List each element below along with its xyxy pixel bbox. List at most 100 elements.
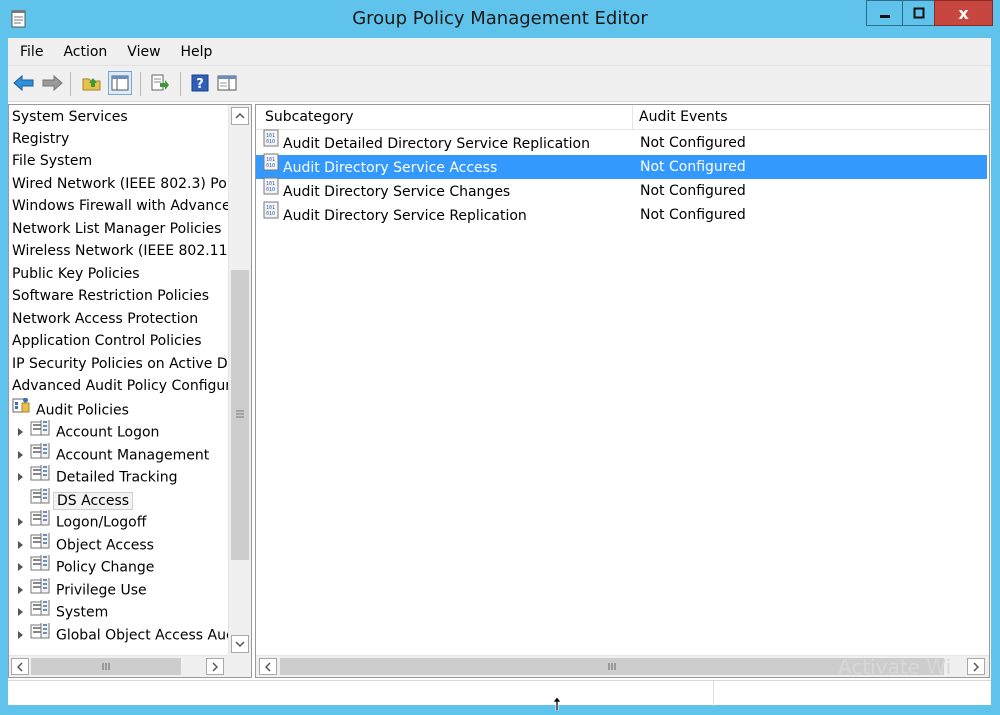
menu-action[interactable]: Action	[53, 38, 117, 66]
tree-pane[interactable]: System Services Registry File System Wir…	[8, 104, 252, 678]
details-pane[interactable]: Subcategory Audit Events 101 010 Audit Det…	[255, 104, 990, 678]
toolbar-separator	[140, 72, 141, 96]
tree-item-label: Public Key Policies	[12, 266, 140, 282]
tree-item-ds-access[interactable]: DS Access	[9, 488, 228, 510]
scroll-left-button[interactable]	[259, 658, 277, 675]
show-hide-tree-button[interactable]	[108, 71, 132, 95]
scroll-left-button[interactable]	[11, 658, 29, 675]
tree-item-wireless-network[interactable]: Wireless Network (IEEE 802.11) Po	[9, 240, 228, 262]
tree-item-label: Object Access	[56, 537, 154, 554]
help-icon: ?	[191, 74, 209, 92]
tree-item-network-access-protection[interactable]: Network Access Protection	[9, 308, 228, 330]
title-bar[interactable]: Group Policy Management Editor x	[0, 0, 1000, 38]
back-arrow-icon	[13, 74, 34, 92]
properties-pane-icon	[217, 75, 237, 91]
tree-item-account-management[interactable]: Account Management	[9, 443, 228, 465]
window-title: Group Policy Management Editor	[352, 8, 648, 29]
subcategory-label: Audit Detailed Directory Service Replica…	[283, 136, 590, 152]
minimize-icon	[879, 15, 890, 18]
tree-item-audit-policies[interactable]: Audit Policies	[9, 398, 228, 420]
svg-text:010: 010	[266, 187, 275, 193]
tree-item-advanced-audit[interactable]: Advanced Audit Policy Configura	[9, 375, 228, 397]
tree-item-wired-network[interactable]: Wired Network (IEEE 802.3) Polici	[9, 173, 228, 195]
subcategory-cell: 101 010 Audit Directory Service Changes	[263, 177, 511, 205]
scroll-right-button[interactable]	[206, 658, 224, 675]
tree-item-object-access[interactable]: Object Access	[9, 533, 228, 555]
expand-arrow-icon[interactable]	[18, 585, 23, 594]
tree-item-application-control[interactable]: Application Control Policies	[9, 330, 228, 352]
menu-file[interactable]: File	[8, 38, 53, 66]
tree-item-global-object-access[interactable]: Global Object Access Auc	[9, 623, 228, 645]
grip-icon	[608, 663, 616, 670]
tree-item-network-list-manager[interactable]: Network List Manager Policies	[9, 218, 228, 240]
tree-item-label: Detailed Tracking	[56, 469, 178, 486]
up-one-level-button[interactable]	[80, 71, 104, 95]
expand-arrow-icon[interactable]	[18, 562, 23, 571]
tree-item-policy-change[interactable]: Policy Change	[9, 555, 228, 577]
tree-item-logon-logoff[interactable]: Logon/Logoff	[9, 510, 228, 532]
tree-item-label: Wireless Network (IEEE 802.11) Po	[12, 243, 228, 259]
close-button[interactable]: x	[934, 0, 993, 26]
tree-item-public-key-policies[interactable]: Public Key Policies	[9, 263, 228, 285]
properties-pane-button[interactable]	[215, 71, 239, 95]
policy-folder-icon	[30, 443, 50, 465]
client-area: File Action View Help ? System Services …	[8, 38, 991, 706]
tree-horizontal-scrollbar[interactable]	[9, 655, 228, 677]
tree-item-system-services[interactable]: System Services	[9, 106, 228, 128]
audit-events-value: Not Configured	[640, 135, 746, 151]
tree-item-label: Account Management	[56, 447, 210, 464]
tree-item-file-system[interactable]: File System	[9, 150, 228, 172]
expand-arrow-icon[interactable]	[18, 472, 23, 481]
list-item-selected[interactable]: 101 010 Audit Directory Service Access Not…	[256, 153, 987, 179]
expand-arrow-icon[interactable]	[18, 427, 23, 436]
tree-item-label: Logon/Logoff	[56, 514, 147, 531]
menu-view[interactable]: View	[117, 38, 170, 66]
no-expand-spacer	[18, 496, 23, 504]
forward-button[interactable]	[40, 71, 64, 95]
minimize-button[interactable]	[866, 0, 902, 26]
tree-item-label: IP Security Policies on Active Dire	[12, 356, 228, 372]
policy-folder-icon	[30, 533, 50, 555]
column-header-audit-events[interactable]: Audit Events	[633, 105, 989, 130]
tree-item-windows-firewall[interactable]: Windows Firewall with Advanced	[9, 195, 228, 217]
tree-item-account-logon[interactable]: Account Logon	[9, 420, 228, 442]
tree-item-label: System	[56, 604, 109, 621]
menu-help[interactable]: Help	[171, 38, 223, 66]
column-header-subcategory[interactable]: Subcategory	[256, 105, 633, 130]
list-item[interactable]: 101 010 Audit Directory Service Replicatio…	[256, 201, 987, 227]
tree-item-software-restriction[interactable]: Software Restriction Policies	[9, 285, 228, 307]
subcategory-label: Audit Directory Service Replication	[283, 208, 527, 224]
audit-policies-icon	[12, 398, 30, 420]
policy-folder-icon	[30, 488, 50, 510]
help-button[interactable]: ?	[188, 71, 212, 95]
scroll-up-button[interactable]	[231, 107, 249, 125]
expand-arrow-icon[interactable]	[18, 607, 23, 616]
tree-item-label: System Services	[12, 109, 128, 125]
scroll-down-button[interactable]	[231, 635, 249, 653]
expand-arrow-icon[interactable]	[18, 450, 23, 459]
toolbar: ?	[8, 66, 991, 102]
export-list-button[interactable]	[148, 71, 172, 95]
subcategory-label: Audit Directory Service Changes	[283, 184, 511, 200]
tree-item-label-selected: DS Access	[53, 491, 134, 510]
tree-vertical-scrollbar[interactable]	[228, 105, 251, 655]
tree-item-label: File System	[12, 153, 93, 169]
tree-item-registry[interactable]: Registry	[9, 128, 228, 150]
tree-item-system[interactable]: System	[9, 600, 228, 622]
tree-item-ip-security[interactable]: IP Security Policies on Active Dire	[9, 353, 228, 375]
list-item[interactable]: 101 010 Audit Detailed Directory Service R…	[256, 129, 987, 155]
list-item[interactable]: 101 010 Audit Directory Service Changes No…	[256, 177, 987, 205]
svg-text:010: 010	[266, 211, 275, 217]
scroll-thumb[interactable]	[231, 270, 249, 560]
back-button[interactable]	[12, 71, 36, 95]
tree-item-detailed-tracking[interactable]: Detailed Tracking	[9, 465, 228, 487]
expand-arrow-icon[interactable]	[18, 630, 23, 639]
status-bar	[8, 680, 991, 706]
expand-arrow-icon[interactable]	[18, 517, 23, 526]
scroll-thumb[interactable]	[31, 658, 181, 675]
chevron-left-icon	[265, 661, 271, 672]
maximize-button[interactable]	[902, 0, 935, 26]
tree-item-privilege-use[interactable]: Privilege Use	[9, 578, 228, 600]
expand-arrow-icon[interactable]	[18, 540, 23, 549]
tree-item-label: Registry	[12, 131, 70, 147]
